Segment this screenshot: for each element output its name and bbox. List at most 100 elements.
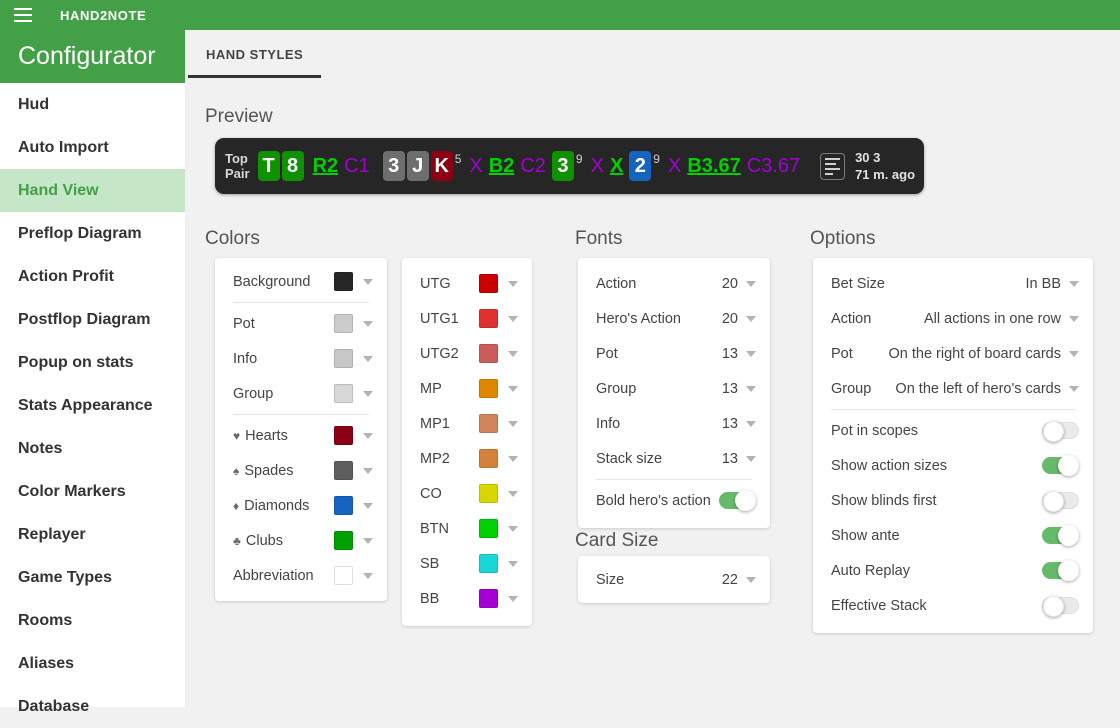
chevron-down-icon[interactable] <box>363 432 373 439</box>
sidebar-item-hud[interactable]: Hud <box>0 83 185 126</box>
card-size-section-title: Card Size <box>575 530 659 551</box>
chevron-down-icon[interactable] <box>1069 350 1079 357</box>
sidebar-item-label: Game Types <box>18 568 112 586</box>
position-label: CO <box>420 485 442 502</box>
position-color-swatch[interactable] <box>479 274 498 293</box>
chevron-down-icon[interactable] <box>508 560 518 567</box>
color-label-text: Background <box>233 273 311 290</box>
fonts-section-title: Fonts <box>575 228 623 249</box>
chevron-down-icon[interactable] <box>508 455 518 462</box>
sidebar-item-hand-view[interactable]: Hand View <box>0 169 185 212</box>
sidebar-item-notes[interactable]: Notes <box>0 427 185 470</box>
color-swatch[interactable] <box>334 349 353 368</box>
chevron-down-icon[interactable] <box>1069 385 1079 392</box>
option-toggle[interactable] <box>1042 491 1079 512</box>
chevron-down-icon[interactable] <box>1069 315 1079 322</box>
sidebar-item-rooms[interactable]: Rooms <box>0 599 185 642</box>
color-swatch[interactable] <box>334 461 353 480</box>
font-size-value: 13 <box>721 415 738 432</box>
river-card: 2 <box>629 151 653 181</box>
option-toggle[interactable] <box>1042 421 1079 442</box>
font-size-row: Stack size 13 <box>578 441 770 476</box>
sidebar: Configurator Hud Auto Import Hand View Pref… <box>0 30 185 715</box>
chevron-down-icon[interactable] <box>746 350 756 357</box>
chevron-down-icon[interactable] <box>508 525 518 532</box>
sidebar-item-color-markers[interactable]: Color Markers <box>0 470 185 513</box>
sidebar-item-preflop-diagram[interactable]: Preflop Diagram <box>0 212 185 255</box>
sidebar-item-game-types[interactable]: Game Types <box>0 556 185 599</box>
chevron-down-icon[interactable] <box>508 315 518 322</box>
chevron-down-icon[interactable] <box>508 385 518 392</box>
color-swatch[interactable] <box>334 384 353 403</box>
suit-icon: ♦ <box>233 498 240 513</box>
sidebar-item-action-profit[interactable]: Action Profit <box>0 255 185 298</box>
position-color-swatch[interactable] <box>479 554 498 573</box>
chevron-down-icon[interactable] <box>508 595 518 602</box>
position-color-swatch[interactable] <box>479 484 498 503</box>
chevron-down-icon[interactable] <box>746 455 756 462</box>
hand-group-line2: Pair <box>225 166 250 181</box>
panel-pad-top <box>578 258 770 266</box>
bold-hero-action-toggle[interactable] <box>719 490 756 511</box>
option-toggle[interactable] <box>1042 455 1079 476</box>
chevron-down-icon[interactable] <box>508 280 518 287</box>
position-color-swatch[interactable] <box>479 344 498 363</box>
chevron-down-icon[interactable] <box>508 420 518 427</box>
color-swatch[interactable] <box>334 272 353 291</box>
option-toggle[interactable] <box>1042 525 1079 546</box>
chevron-down-icon[interactable] <box>363 320 373 327</box>
chevron-down-icon[interactable] <box>363 537 373 544</box>
position-color-swatch[interactable] <box>479 379 498 398</box>
font-size-label: Info <box>596 415 621 432</box>
toggle-knob <box>1058 560 1079 581</box>
hamburger-icon[interactable] <box>0 0 42 30</box>
chevron-down-icon[interactable] <box>363 572 373 579</box>
sidebar-item-aliases[interactable]: Aliases <box>0 642 185 685</box>
position-color-row: MP1 <box>402 406 532 441</box>
option-toggle-label: Effective Stack <box>831 597 927 614</box>
chevron-down-icon[interactable] <box>746 576 756 583</box>
option-toggle[interactable] <box>1042 560 1079 581</box>
chevron-down-icon[interactable] <box>746 385 756 392</box>
chevron-down-icon[interactable] <box>746 280 756 287</box>
color-swatch[interactable] <box>334 314 353 333</box>
chevron-down-icon[interactable] <box>508 350 518 357</box>
color-swatch[interactable] <box>334 531 353 550</box>
color-swatch[interactable] <box>334 426 353 445</box>
note-lines-icon[interactable] <box>820 152 846 180</box>
sidebar-item-replayer[interactable]: Replayer <box>0 513 185 556</box>
chevron-down-icon[interactable] <box>363 278 373 285</box>
chevron-down-icon[interactable] <box>363 502 373 509</box>
option-toggle-row: Pot in scopes <box>813 413 1093 448</box>
sidebar-item-label: Postflop Diagram <box>18 310 151 328</box>
font-size-label: Group <box>596 380 637 397</box>
option-select-value: On the left of hero's cards <box>895 380 1061 397</box>
toggle-knob <box>735 490 756 511</box>
option-toggle-label: Show ante <box>831 527 900 544</box>
panel-divider <box>596 479 752 480</box>
color-swatch[interactable] <box>334 496 353 515</box>
chevron-down-icon[interactable] <box>508 490 518 497</box>
toggle-knob <box>1043 596 1064 617</box>
chevron-down-icon[interactable] <box>1069 280 1079 287</box>
chevron-down-icon[interactable] <box>746 420 756 427</box>
chevron-down-icon[interactable] <box>363 355 373 362</box>
option-toggle[interactable] <box>1042 596 1079 617</box>
color-swatch[interactable] <box>334 566 353 585</box>
position-color-swatch[interactable] <box>479 519 498 538</box>
position-color-swatch[interactable] <box>479 589 498 608</box>
sidebar-item-popup-on-stats[interactable]: Popup on stats <box>0 341 185 384</box>
chevron-down-icon[interactable] <box>746 315 756 322</box>
flop-pot: 5 <box>454 152 462 166</box>
sidebar-item-postflop-diagram[interactable]: Postflop Diagram <box>0 298 185 341</box>
position-color-swatch[interactable] <box>479 414 498 433</box>
option-toggle-row: Effective Stack <box>813 588 1093 623</box>
tab-hand-styles[interactable]: HAND STYLES <box>188 30 322 78</box>
river-pot: 9 <box>653 152 660 166</box>
position-color-swatch[interactable] <box>479 449 498 468</box>
position-color-swatch[interactable] <box>479 309 498 328</box>
sidebar-item-auto-import[interactable]: Auto Import <box>0 126 185 169</box>
chevron-down-icon[interactable] <box>363 390 373 397</box>
sidebar-item-stats-appearance[interactable]: Stats Appearance <box>0 384 185 427</box>
chevron-down-icon[interactable] <box>363 467 373 474</box>
